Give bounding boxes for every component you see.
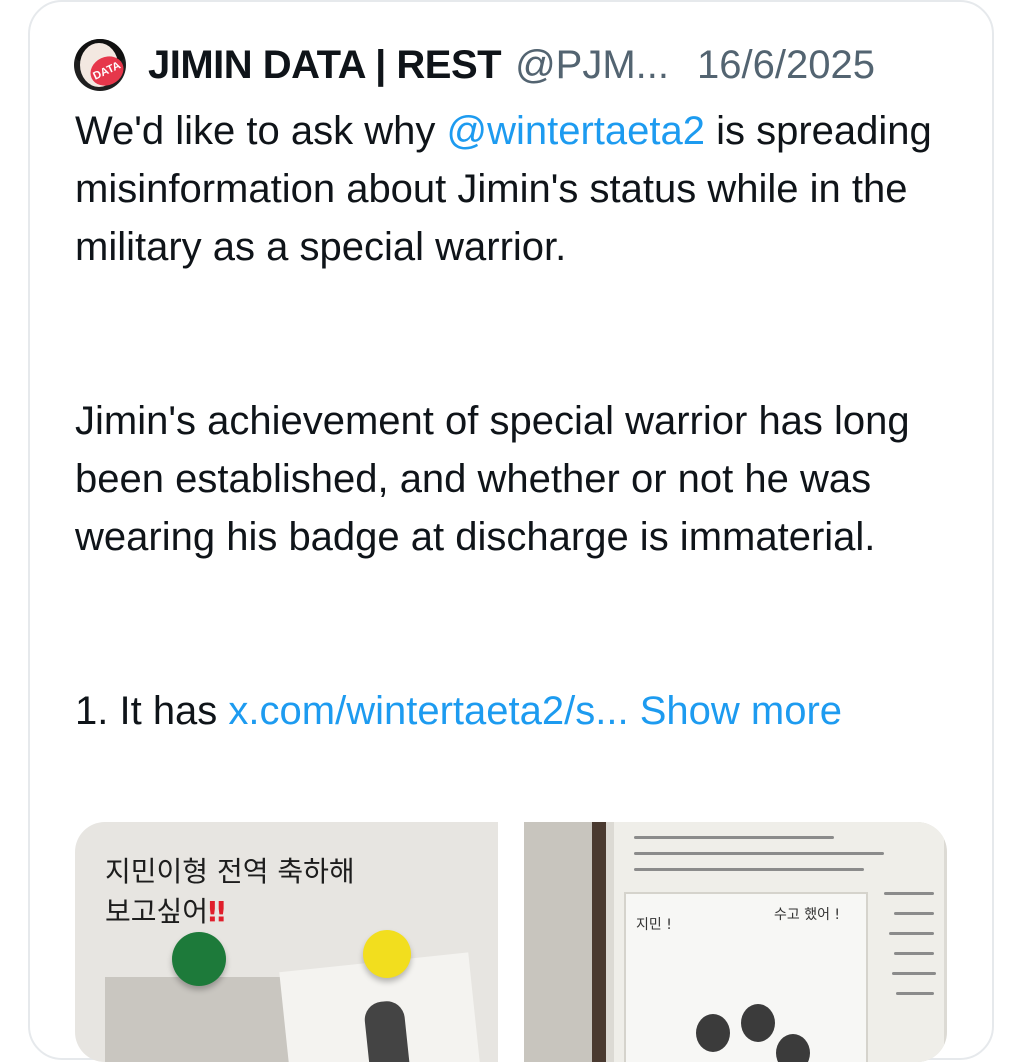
scribble-line [634, 836, 834, 839]
scribble-line [892, 972, 936, 975]
note-line-2-text: 보고싶어 [105, 895, 209, 928]
scribble-line [884, 892, 934, 895]
paragraph-1: We'd like to ask why @wintertaeta2 is sp… [75, 102, 955, 276]
note-line-1: 지민이형 전역 축하해 [105, 855, 355, 888]
photo-person [776, 1034, 810, 1062]
scribble-line [896, 992, 934, 995]
note-line-2: 보고싶어‼ [105, 892, 355, 932]
green-pin [172, 932, 226, 986]
photo-strip [524, 822, 594, 1062]
paragraph-spacer-2 [75, 624, 955, 682]
photo-person [741, 1004, 775, 1042]
show-more-link[interactable]: Show more [640, 689, 842, 733]
media-image-1[interactable]: 지민이형 전역 축하해 보고싶어‼ [75, 822, 498, 1062]
media-grid: 지민이형 전역 축하해 보고싶어‼ 지민 ! 수고 했어 ! [75, 822, 947, 1062]
scribble-line [889, 932, 934, 935]
paragraph-3: 1. It has x.com/wintertaeta2/s... Show m… [75, 682, 955, 740]
paragraph-1-text-pre: We'd like to ask why [75, 109, 447, 153]
media-gap [498, 822, 524, 1062]
paragraph-spacer [75, 334, 955, 392]
avatar[interactable]: DATA [74, 39, 126, 91]
frame-edge [592, 822, 606, 1062]
double-exclamation: ‼ [208, 895, 226, 928]
handwritten-note: 지민이형 전역 축하해 보고싶어‼ [105, 852, 355, 932]
paragraph-3-text-pre: 1. It has [75, 689, 229, 733]
scribble-line [634, 868, 864, 871]
scribble-line [894, 912, 934, 915]
yellow-pin [363, 930, 411, 978]
pinned-photo-left [105, 977, 305, 1062]
media-image-2[interactable]: 지민 ! 수고 했어 ! [524, 822, 947, 1062]
photo-caption-left: 지민 ! [636, 917, 672, 933]
photo-figure [362, 999, 411, 1062]
display-name[interactable]: JIMIN DATA | REST [148, 43, 502, 88]
user-handle[interactable]: @PJM... [515, 43, 669, 88]
tweet-body: We'd like to ask why @wintertaeta2 is sp… [75, 102, 955, 740]
url-link[interactable]: x.com/wintertaeta2/s... [228, 689, 628, 733]
mention-link[interactable]: @wintertaeta2 [446, 109, 705, 153]
tweet-date[interactable]: 16/6/2025 [697, 43, 875, 88]
photo-person [696, 1014, 730, 1052]
tweet-header: DATA JIMIN DATA | REST @PJM... 16/6/2025 [74, 38, 974, 92]
photo-caption-right: 수고 했어 ! [774, 907, 841, 923]
scribble-line [894, 952, 934, 955]
paragraph-2: Jimin's achievement of special warrior h… [75, 399, 921, 559]
scribble-line [634, 852, 884, 855]
